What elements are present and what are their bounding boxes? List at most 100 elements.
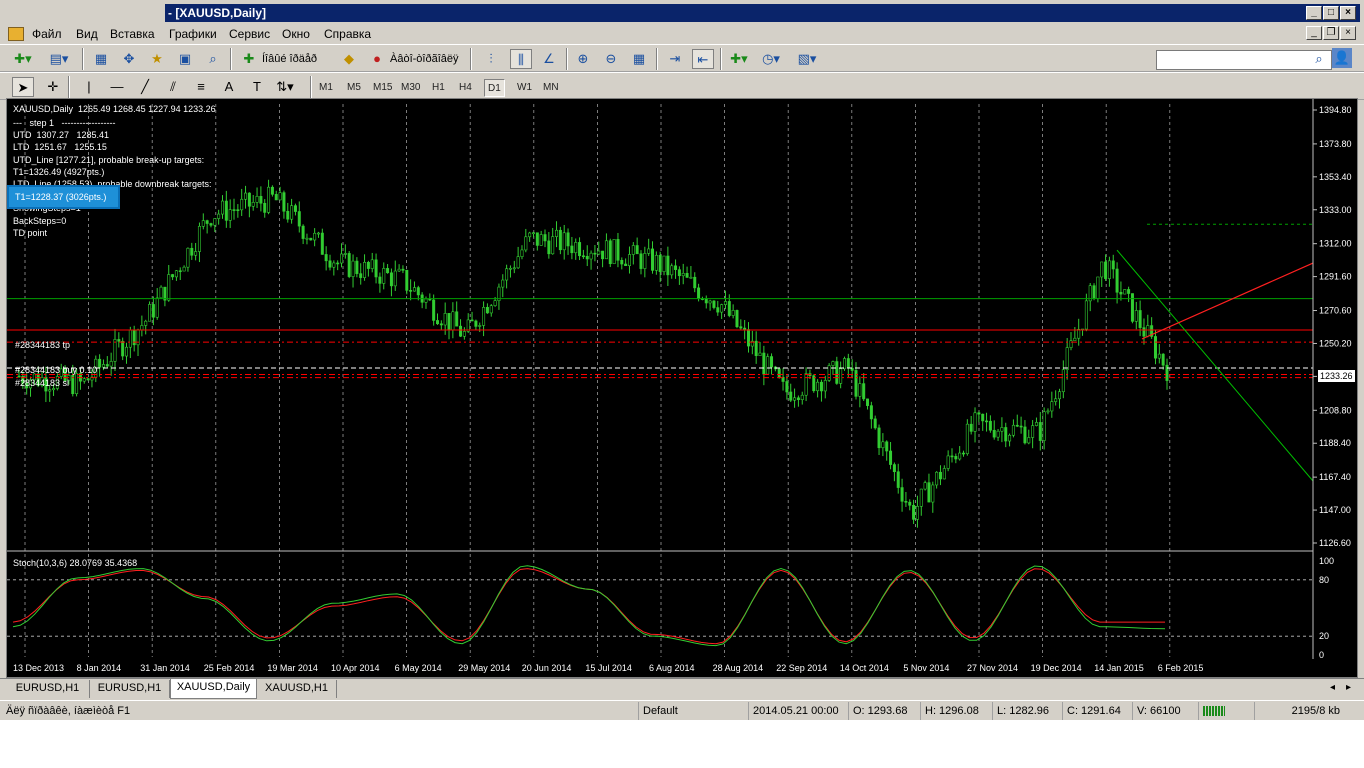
- new-order-icon[interactable]: ✚: [238, 49, 260, 69]
- timeframe-mn[interactable]: MN: [540, 79, 562, 97]
- price-tick-label: 1312.00: [1319, 239, 1352, 249]
- profiles-icon[interactable]: ▤▾: [48, 49, 70, 69]
- candle-body: [904, 500, 908, 503]
- menu-file[interactable]: Файл: [32, 26, 62, 42]
- candle-body: [313, 232, 317, 241]
- cursor-icon[interactable]: ➤: [12, 77, 34, 97]
- candle-body: [416, 287, 420, 296]
- new-chart-icon[interactable]: ✚▾: [12, 49, 34, 69]
- tester-icon[interactable]: ⌕: [202, 49, 224, 69]
- tab-eurusd-h1-2[interactable]: EURUSD,H1: [90, 680, 170, 698]
- candle-body: [389, 272, 393, 287]
- mdi-close-button[interactable]: ×: [1340, 26, 1356, 40]
- menu-tools[interactable]: Сервис: [229, 26, 270, 42]
- status-open: O: 1293.68: [848, 702, 920, 720]
- candle-body: [597, 250, 601, 255]
- terminal-icon[interactable]: ▣: [174, 49, 196, 69]
- arrows-icon[interactable]: ⇅▾: [274, 77, 296, 97]
- timeframe-d1[interactable]: D1: [484, 79, 505, 97]
- candle-body: [178, 270, 182, 273]
- menu-window[interactable]: Окно: [282, 26, 310, 42]
- toolbar-separator: [470, 48, 472, 70]
- candle-body: [432, 299, 436, 321]
- trendline-icon[interactable]: ╱: [134, 77, 156, 97]
- app-icon[interactable]: [8, 27, 24, 41]
- new-order-button[interactable]: Íîâûé îðäåð: [262, 51, 317, 67]
- candle-body: [746, 329, 750, 347]
- menu-help[interactable]: Справка: [324, 26, 371, 42]
- line-chart-icon[interactable]: ∠: [538, 49, 560, 69]
- data-window-icon[interactable]: ✥: [118, 49, 140, 69]
- timeframe-m15[interactable]: M15: [370, 79, 395, 97]
- metaeditor-icon[interactable]: ◆: [338, 49, 360, 69]
- autoscroll-icon[interactable]: ⇥: [664, 49, 686, 69]
- close-button[interactable]: ×: [1340, 6, 1356, 20]
- date-tick-label: 5 Nov 2014: [903, 663, 949, 673]
- crosshair-icon[interactable]: ✛: [42, 77, 64, 97]
- candle-body: [862, 383, 866, 400]
- chart-shift-icon[interactable]: ⇤: [692, 49, 714, 69]
- timeframe-m30[interactable]: M30: [398, 79, 423, 97]
- search-icon[interactable]: ⌕: [1308, 49, 1330, 69]
- candle-body: [800, 394, 804, 401]
- horizontal-line-icon[interactable]: —: [106, 77, 128, 97]
- status-bar: Äëÿ ñïðàâêè, íàæìèòå F1 Default 2014.05.…: [0, 700, 1364, 720]
- zoom-out-icon[interactable]: ⊖: [600, 49, 622, 69]
- candle-body: [866, 398, 870, 406]
- tile-windows-icon[interactable]: ▦: [628, 49, 650, 69]
- candle-body: [263, 202, 267, 213]
- date-tick-label: 15 Jul 2014: [585, 663, 632, 673]
- text-label-icon[interactable]: T: [246, 77, 268, 97]
- fibonacci-icon[interactable]: ≡: [190, 77, 212, 97]
- text-icon[interactable]: A: [218, 77, 240, 97]
- menu-charts[interactable]: Графики: [169, 26, 217, 42]
- timeframe-m1[interactable]: M1: [316, 79, 336, 97]
- minimize-button[interactable]: _: [1306, 6, 1322, 20]
- candlestick-chart-icon[interactable]: ⫼: [510, 49, 532, 69]
- candle-body: [355, 260, 359, 274]
- community-icon[interactable]: 👤: [1332, 48, 1352, 68]
- mdi-minimize-button[interactable]: _: [1306, 26, 1322, 40]
- timeframe-h4[interactable]: H4: [456, 79, 475, 97]
- autotrading-button[interactable]: Àâòî-òîðãîâëÿ: [390, 51, 459, 67]
- market-watch-icon[interactable]: ▦: [90, 49, 112, 69]
- candle-body: [401, 268, 405, 271]
- menu-insert[interactable]: Вставка: [110, 26, 155, 42]
- stoch-level-label: 20: [1319, 631, 1329, 641]
- bar-chart-icon[interactable]: ⫶: [480, 49, 502, 69]
- periods-icon[interactable]: ◷▾: [760, 49, 782, 69]
- indicators-icon[interactable]: ✚▾: [728, 49, 750, 69]
- vertical-line-icon[interactable]: |: [78, 77, 100, 97]
- maximize-button[interactable]: □: [1323, 6, 1339, 20]
- candle-body: [244, 192, 248, 200]
- timeframe-m5[interactable]: M5: [344, 79, 364, 97]
- candle-body: [681, 273, 685, 277]
- candle-body: [762, 352, 766, 375]
- date-tick-label: 27 Nov 2014: [967, 663, 1018, 673]
- info-line: --- step 1 ------------------: [13, 118, 116, 128]
- menu-view[interactable]: Вид: [76, 26, 98, 42]
- navigator-icon[interactable]: ★: [146, 49, 168, 69]
- templates-icon[interactable]: ▧▾: [796, 49, 818, 69]
- candle-body: [293, 205, 297, 212]
- candle-body: [631, 245, 635, 255]
- autotrading-icon[interactable]: ●: [366, 49, 388, 69]
- chart-window[interactable]: 1394.80 1373.80 1353.40 1333.00 1312.00 1291.…: [6, 98, 1358, 678]
- date-tick-label: 31 Jan 2014: [140, 663, 190, 673]
- candle-body: [693, 276, 697, 289]
- candle-body: [424, 298, 428, 303]
- candle-body: [531, 232, 535, 235]
- tab-scroll-left-icon[interactable]: ◂: [1330, 682, 1335, 693]
- candle-body: [405, 269, 409, 291]
- tab-xauusd-daily[interactable]: XAUUSD,Daily: [170, 679, 257, 699]
- timeframe-h1[interactable]: H1: [429, 79, 448, 97]
- zoom-in-icon[interactable]: ⊕: [572, 49, 594, 69]
- tab-scroll-right-icon[interactable]: ▸: [1346, 682, 1351, 693]
- candle-body: [1096, 276, 1100, 299]
- mdi-restore-button[interactable]: ❐: [1323, 26, 1339, 40]
- tab-xauusd-h1[interactable]: XAUUSD,H1: [257, 680, 337, 698]
- timeframe-w1[interactable]: W1: [514, 79, 535, 97]
- tab-eurusd-h1[interactable]: EURUSD,H1: [6, 680, 90, 698]
- search-input[interactable]: [1156, 50, 1332, 70]
- equidistant-channel-icon[interactable]: ⫽: [162, 77, 184, 97]
